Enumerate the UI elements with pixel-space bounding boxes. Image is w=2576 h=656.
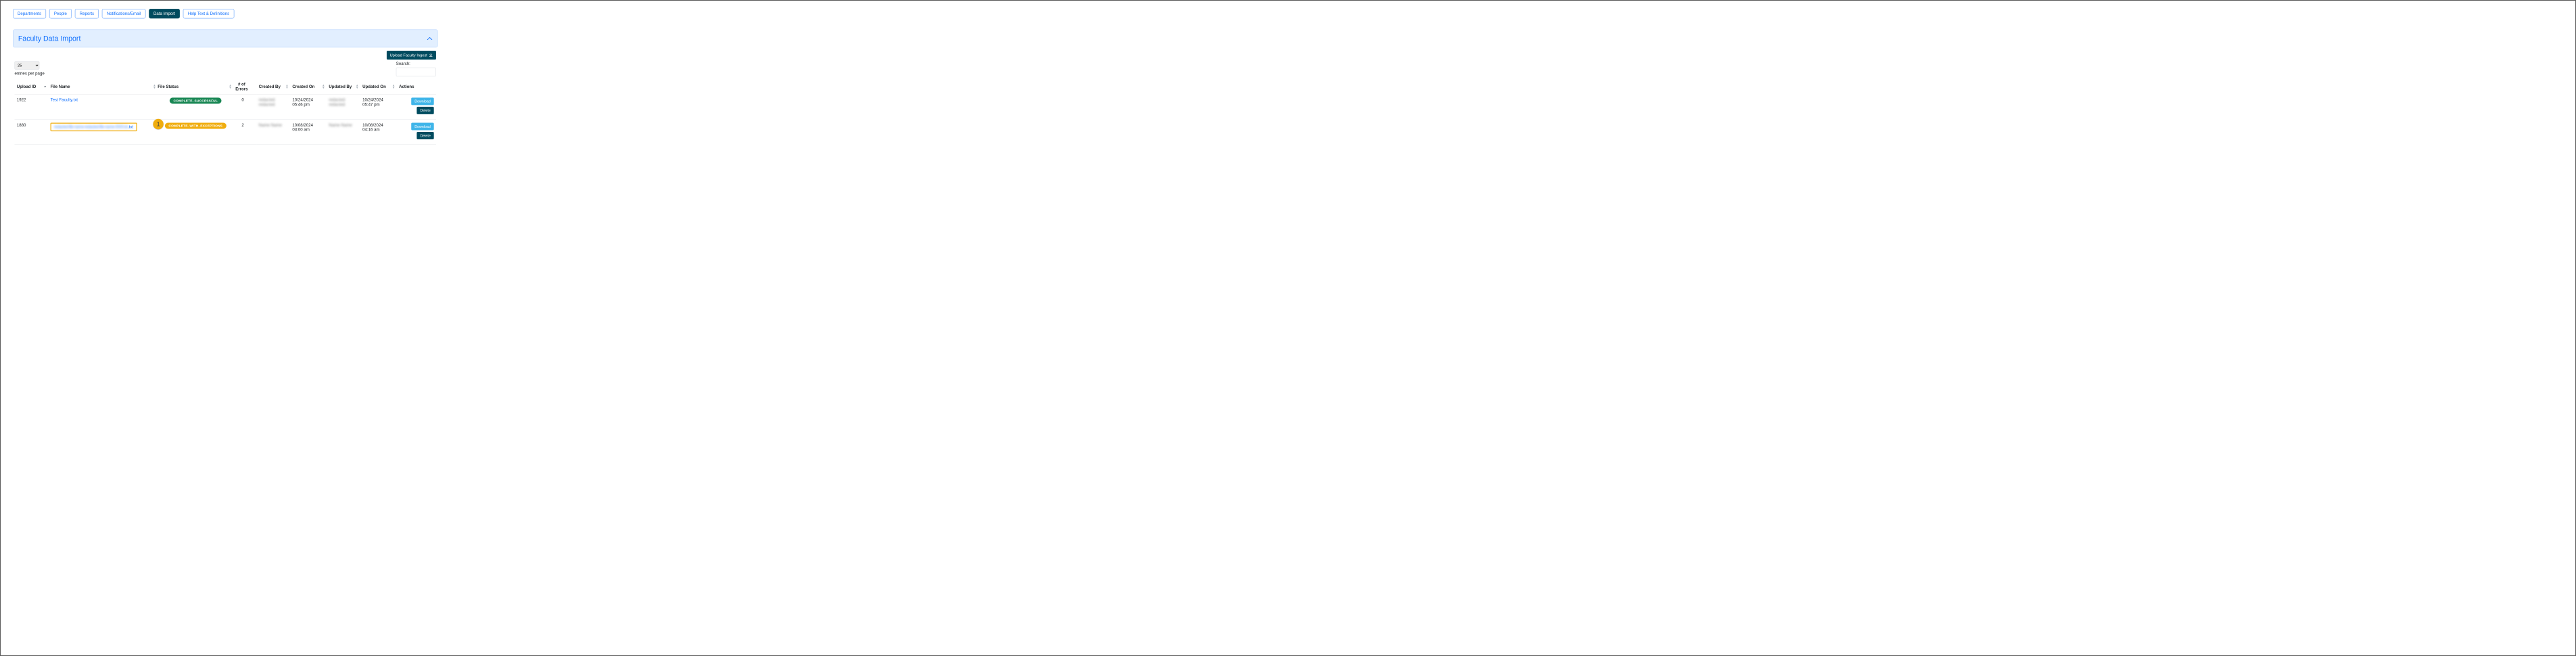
search-label: Search: bbox=[396, 62, 410, 66]
table-row: 1922 Test Faculty.txt COMPLETE_SUCCESSFU… bbox=[15, 94, 436, 119]
col-updated-on[interactable]: Updated On ▲▼ bbox=[360, 79, 397, 94]
col-file-status[interactable]: File Status ▲▼ bbox=[158, 79, 233, 94]
cell-upload-id: 1922 bbox=[15, 94, 49, 119]
cell-actions: Download Delete bbox=[397, 94, 436, 119]
panel-title: Faculty Data Import bbox=[18, 34, 81, 43]
upload-faculty-ingest-button[interactable]: Upload Faculty Ingest bbox=[387, 51, 436, 60]
entries-select[interactable]: 25 bbox=[15, 62, 40, 70]
cell-created-by: redacted redacted bbox=[256, 94, 290, 119]
file-link-highlighted[interactable]: redacted-file-name-redacted-file-name-00… bbox=[51, 123, 137, 132]
download-button[interactable]: Download bbox=[411, 97, 433, 105]
cell-file-name: Test Faculty.txt bbox=[48, 94, 158, 119]
delete-button[interactable]: Delete bbox=[417, 132, 434, 139]
search-input[interactable] bbox=[396, 68, 436, 76]
cell-updated-by: redacted redacted bbox=[327, 94, 360, 119]
imports-table: Upload ID ▼ File Name ▲▼ File Status ▲▼ … bbox=[15, 79, 436, 145]
tab-notifications[interactable]: Notifications/Email bbox=[102, 9, 145, 18]
sort-icon[interactable]: ▲▼ bbox=[392, 85, 395, 89]
cell-errors: 0 bbox=[233, 94, 256, 119]
table-row: 1880 redacted-file-name-redacted-file-na… bbox=[15, 119, 436, 144]
delete-button[interactable]: Delete bbox=[417, 107, 434, 114]
sort-icon[interactable]: ▲▼ bbox=[285, 85, 288, 89]
tab-help-text[interactable]: Help Text & Definitions bbox=[183, 9, 234, 18]
entries-per-page: 25 entries per page bbox=[15, 62, 45, 76]
admin-tabs: Departments People Reports Notifications… bbox=[13, 9, 440, 18]
cell-upload-id: 1880 bbox=[15, 119, 49, 144]
col-errors[interactable]: # of Errors bbox=[233, 79, 256, 94]
annotation-marker-1: 1 bbox=[153, 119, 164, 130]
sort-icon[interactable]: ▲▼ bbox=[322, 85, 325, 89]
col-updated-by[interactable]: Updated By ▲▼ bbox=[327, 79, 360, 94]
col-created-by[interactable]: Created By ▲▼ bbox=[256, 79, 290, 94]
cell-created-on: 10/24/2024 05:46 pm bbox=[290, 94, 327, 119]
sort-icon[interactable]: ▲▼ bbox=[229, 85, 231, 89]
sort-desc-icon[interactable]: ▼ bbox=[43, 85, 46, 87]
status-badge: COMPLETE_SUCCESSFUL bbox=[170, 97, 222, 103]
col-created-on[interactable]: Created On ▲▼ bbox=[290, 79, 327, 94]
tab-data-import[interactable]: Data Import bbox=[149, 9, 180, 18]
sort-icon[interactable]: ▲▼ bbox=[356, 85, 358, 89]
col-actions: Actions bbox=[397, 79, 436, 94]
cell-errors: 2 bbox=[233, 119, 256, 144]
cell-actions: Download Delete bbox=[397, 119, 436, 144]
cell-file-name: redacted-file-name-redacted-file-name-00… bbox=[48, 119, 158, 144]
file-link[interactable]: Test Faculty.txt bbox=[51, 97, 78, 102]
cell-updated-on: 10/08/2024 04:16 am bbox=[360, 119, 397, 144]
faculty-import-panel-header[interactable]: Faculty Data Import bbox=[13, 30, 437, 48]
tab-reports[interactable]: Reports bbox=[75, 9, 99, 18]
tab-people[interactable]: People bbox=[49, 9, 72, 18]
table-header-row: Upload ID ▼ File Name ▲▼ File Status ▲▼ … bbox=[15, 79, 436, 94]
upload-icon bbox=[429, 53, 433, 57]
tab-departments[interactable]: Departments bbox=[13, 9, 46, 18]
cell-updated-by: Name Name bbox=[327, 119, 360, 144]
entries-label: entries per page bbox=[15, 71, 45, 76]
sort-icon[interactable]: ▲▼ bbox=[153, 85, 156, 89]
download-button[interactable]: Download bbox=[411, 123, 433, 131]
cell-updated-on: 10/24/2024 05:47 pm bbox=[360, 94, 397, 119]
cell-file-status: COMPLETE_SUCCESSFUL bbox=[158, 94, 233, 119]
col-file-name[interactable]: File Name ▲▼ bbox=[48, 79, 158, 94]
chevron-up-icon[interactable] bbox=[427, 37, 432, 40]
cell-file-status: COMPLETE_WITH_EXCEPTIONS bbox=[158, 119, 233, 144]
status-badge: COMPLETE_WITH_EXCEPTIONS bbox=[165, 123, 226, 129]
upload-button-label: Upload Faculty Ingest bbox=[390, 53, 427, 57]
cell-created-by: Name Name bbox=[256, 119, 290, 144]
col-upload-id[interactable]: Upload ID ▼ bbox=[15, 79, 49, 94]
cell-created-on: 10/08/2024 03:00 am bbox=[290, 119, 327, 144]
